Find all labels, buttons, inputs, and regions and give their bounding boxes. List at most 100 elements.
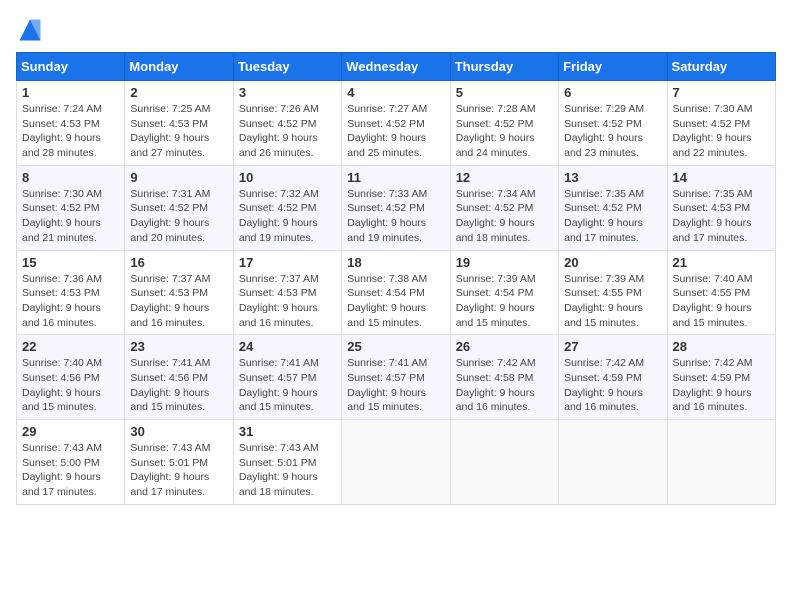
column-header-saturday: Saturday	[667, 53, 775, 81]
calendar-week-row: 1 Sunrise: 7:24 AM Sunset: 4:53 PM Dayli…	[17, 81, 776, 166]
calendar-cell: 22 Sunrise: 7:40 AM Sunset: 4:56 PM Dayl…	[17, 335, 125, 420]
calendar-cell: 23 Sunrise: 7:41 AM Sunset: 4:56 PM Dayl…	[125, 335, 233, 420]
day-info: Sunrise: 7:27 AM Sunset: 4:52 PM Dayligh…	[347, 102, 444, 161]
day-number: 20	[564, 255, 661, 270]
day-number: 11	[347, 170, 444, 185]
day-number: 9	[130, 170, 227, 185]
day-info: Sunrise: 7:40 AM Sunset: 4:55 PM Dayligh…	[673, 272, 770, 331]
day-number: 6	[564, 85, 661, 100]
day-info: Sunrise: 7:35 AM Sunset: 4:53 PM Dayligh…	[673, 187, 770, 246]
calendar-cell: 4 Sunrise: 7:27 AM Sunset: 4:52 PM Dayli…	[342, 81, 450, 166]
calendar-cell: 5 Sunrise: 7:28 AM Sunset: 4:52 PM Dayli…	[450, 81, 558, 166]
column-header-tuesday: Tuesday	[233, 53, 341, 81]
day-number: 7	[673, 85, 770, 100]
calendar-cell: 24 Sunrise: 7:41 AM Sunset: 4:57 PM Dayl…	[233, 335, 341, 420]
day-info: Sunrise: 7:42 AM Sunset: 4:58 PM Dayligh…	[456, 356, 553, 415]
day-info: Sunrise: 7:36 AM Sunset: 4:53 PM Dayligh…	[22, 272, 119, 331]
day-info: Sunrise: 7:25 AM Sunset: 4:53 PM Dayligh…	[130, 102, 227, 161]
calendar-cell: 12 Sunrise: 7:34 AM Sunset: 4:52 PM Dayl…	[450, 165, 558, 250]
day-info: Sunrise: 7:37 AM Sunset: 4:53 PM Dayligh…	[130, 272, 227, 331]
day-info: Sunrise: 7:24 AM Sunset: 4:53 PM Dayligh…	[22, 102, 119, 161]
column-header-friday: Friday	[559, 53, 667, 81]
calendar-cell: 29 Sunrise: 7:43 AM Sunset: 5:00 PM Dayl…	[17, 420, 125, 505]
day-info: Sunrise: 7:42 AM Sunset: 4:59 PM Dayligh…	[564, 356, 661, 415]
calendar-cell: 7 Sunrise: 7:30 AM Sunset: 4:52 PM Dayli…	[667, 81, 775, 166]
calendar-cell: 20 Sunrise: 7:39 AM Sunset: 4:55 PM Dayl…	[559, 250, 667, 335]
calendar-cell: 11 Sunrise: 7:33 AM Sunset: 4:52 PM Dayl…	[342, 165, 450, 250]
day-number: 31	[239, 424, 336, 439]
calendar-cell: 16 Sunrise: 7:37 AM Sunset: 4:53 PM Dayl…	[125, 250, 233, 335]
day-info: Sunrise: 7:29 AM Sunset: 4:52 PM Dayligh…	[564, 102, 661, 161]
day-info: Sunrise: 7:41 AM Sunset: 4:56 PM Dayligh…	[130, 356, 227, 415]
calendar-week-row: 15 Sunrise: 7:36 AM Sunset: 4:53 PM Dayl…	[17, 250, 776, 335]
column-header-sunday: Sunday	[17, 53, 125, 81]
calendar-cell: 9 Sunrise: 7:31 AM Sunset: 4:52 PM Dayli…	[125, 165, 233, 250]
day-number: 8	[22, 170, 119, 185]
logo-icon	[16, 16, 44, 44]
day-number: 30	[130, 424, 227, 439]
day-info: Sunrise: 7:39 AM Sunset: 4:55 PM Dayligh…	[564, 272, 661, 331]
day-number: 24	[239, 339, 336, 354]
day-number: 15	[22, 255, 119, 270]
day-info: Sunrise: 7:30 AM Sunset: 4:52 PM Dayligh…	[22, 187, 119, 246]
calendar-cell: 13 Sunrise: 7:35 AM Sunset: 4:52 PM Dayl…	[559, 165, 667, 250]
day-info: Sunrise: 7:43 AM Sunset: 5:01 PM Dayligh…	[130, 441, 227, 500]
day-number: 28	[673, 339, 770, 354]
day-info: Sunrise: 7:30 AM Sunset: 4:52 PM Dayligh…	[673, 102, 770, 161]
day-number: 4	[347, 85, 444, 100]
day-info: Sunrise: 7:42 AM Sunset: 4:59 PM Dayligh…	[673, 356, 770, 415]
calendar-cell: 27 Sunrise: 7:42 AM Sunset: 4:59 PM Dayl…	[559, 335, 667, 420]
calendar-cell: 17 Sunrise: 7:37 AM Sunset: 4:53 PM Dayl…	[233, 250, 341, 335]
calendar-cell	[667, 420, 775, 505]
day-info: Sunrise: 7:37 AM Sunset: 4:53 PM Dayligh…	[239, 272, 336, 331]
logo	[16, 16, 48, 44]
calendar-cell: 21 Sunrise: 7:40 AM Sunset: 4:55 PM Dayl…	[667, 250, 775, 335]
page-header	[16, 16, 776, 44]
day-number: 2	[130, 85, 227, 100]
calendar-header-row: SundayMondayTuesdayWednesdayThursdayFrid…	[17, 53, 776, 81]
calendar-week-row: 29 Sunrise: 7:43 AM Sunset: 5:00 PM Dayl…	[17, 420, 776, 505]
calendar-cell: 19 Sunrise: 7:39 AM Sunset: 4:54 PM Dayl…	[450, 250, 558, 335]
calendar-cell: 18 Sunrise: 7:38 AM Sunset: 4:54 PM Dayl…	[342, 250, 450, 335]
day-info: Sunrise: 7:28 AM Sunset: 4:52 PM Dayligh…	[456, 102, 553, 161]
calendar-cell	[450, 420, 558, 505]
calendar-cell: 28 Sunrise: 7:42 AM Sunset: 4:59 PM Dayl…	[667, 335, 775, 420]
day-info: Sunrise: 7:41 AM Sunset: 4:57 PM Dayligh…	[239, 356, 336, 415]
day-info: Sunrise: 7:33 AM Sunset: 4:52 PM Dayligh…	[347, 187, 444, 246]
calendar-cell: 30 Sunrise: 7:43 AM Sunset: 5:01 PM Dayl…	[125, 420, 233, 505]
day-info: Sunrise: 7:26 AM Sunset: 4:52 PM Dayligh…	[239, 102, 336, 161]
day-number: 12	[456, 170, 553, 185]
day-number: 19	[456, 255, 553, 270]
day-number: 3	[239, 85, 336, 100]
calendar-cell: 25 Sunrise: 7:41 AM Sunset: 4:57 PM Dayl…	[342, 335, 450, 420]
day-info: Sunrise: 7:40 AM Sunset: 4:56 PM Dayligh…	[22, 356, 119, 415]
day-info: Sunrise: 7:38 AM Sunset: 4:54 PM Dayligh…	[347, 272, 444, 331]
day-number: 16	[130, 255, 227, 270]
day-info: Sunrise: 7:39 AM Sunset: 4:54 PM Dayligh…	[456, 272, 553, 331]
day-number: 22	[22, 339, 119, 354]
day-info: Sunrise: 7:35 AM Sunset: 4:52 PM Dayligh…	[564, 187, 661, 246]
calendar-cell: 8 Sunrise: 7:30 AM Sunset: 4:52 PM Dayli…	[17, 165, 125, 250]
day-number: 29	[22, 424, 119, 439]
calendar-cell: 15 Sunrise: 7:36 AM Sunset: 4:53 PM Dayl…	[17, 250, 125, 335]
day-number: 26	[456, 339, 553, 354]
calendar-cell	[342, 420, 450, 505]
calendar-week-row: 8 Sunrise: 7:30 AM Sunset: 4:52 PM Dayli…	[17, 165, 776, 250]
day-info: Sunrise: 7:43 AM Sunset: 5:01 PM Dayligh…	[239, 441, 336, 500]
day-info: Sunrise: 7:43 AM Sunset: 5:00 PM Dayligh…	[22, 441, 119, 500]
calendar-cell: 1 Sunrise: 7:24 AM Sunset: 4:53 PM Dayli…	[17, 81, 125, 166]
day-info: Sunrise: 7:34 AM Sunset: 4:52 PM Dayligh…	[456, 187, 553, 246]
day-number: 13	[564, 170, 661, 185]
calendar-week-row: 22 Sunrise: 7:40 AM Sunset: 4:56 PM Dayl…	[17, 335, 776, 420]
calendar-cell: 26 Sunrise: 7:42 AM Sunset: 4:58 PM Dayl…	[450, 335, 558, 420]
column-header-thursday: Thursday	[450, 53, 558, 81]
column-header-monday: Monday	[125, 53, 233, 81]
day-number: 5	[456, 85, 553, 100]
calendar-cell: 3 Sunrise: 7:26 AM Sunset: 4:52 PM Dayli…	[233, 81, 341, 166]
day-info: Sunrise: 7:41 AM Sunset: 4:57 PM Dayligh…	[347, 356, 444, 415]
day-number: 23	[130, 339, 227, 354]
day-info: Sunrise: 7:32 AM Sunset: 4:52 PM Dayligh…	[239, 187, 336, 246]
calendar-table: SundayMondayTuesdayWednesdayThursdayFrid…	[16, 52, 776, 505]
day-number: 17	[239, 255, 336, 270]
day-info: Sunrise: 7:31 AM Sunset: 4:52 PM Dayligh…	[130, 187, 227, 246]
